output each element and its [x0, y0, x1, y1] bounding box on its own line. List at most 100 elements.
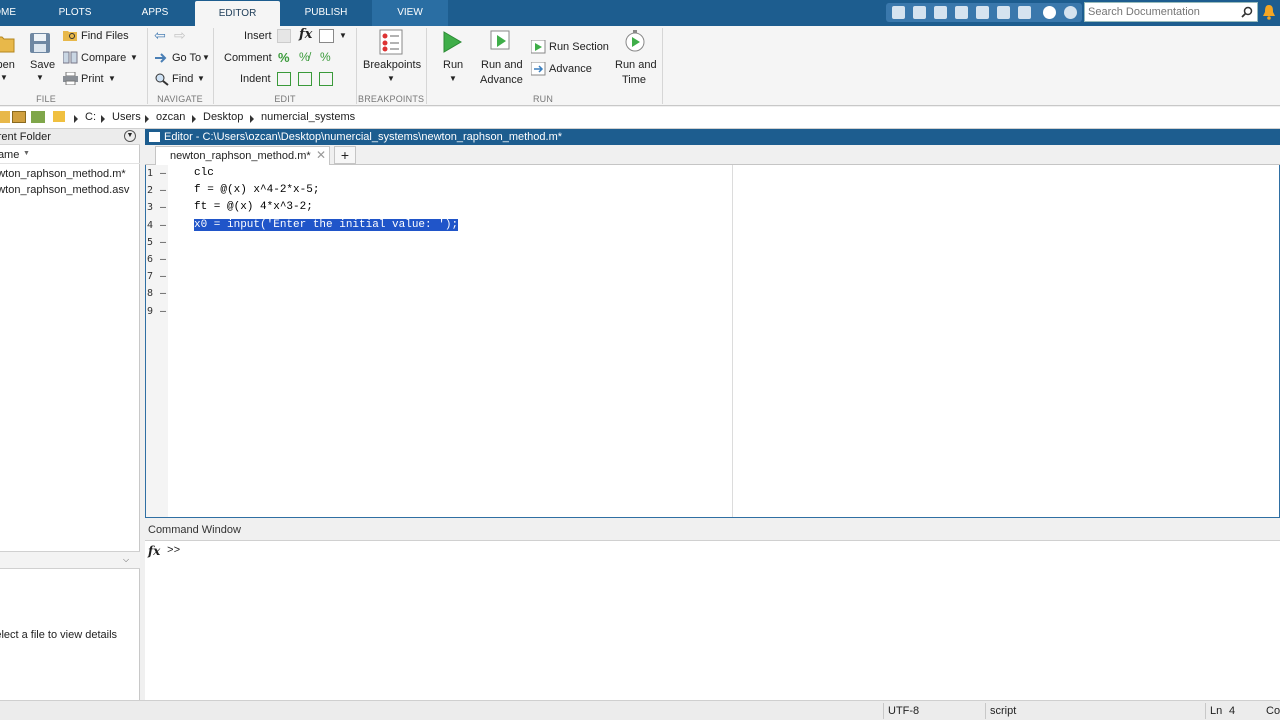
details-panel-header[interactable]: ⌵ — [0, 551, 140, 569]
run-dropdown-icon[interactable]: ▼ — [449, 74, 457, 83]
code-line[interactable]: f = @(x) x^4-2*x-5; — [194, 184, 319, 196]
advance-button[interactable]: Advance — [549, 63, 592, 75]
tab-view[interactable]: VIEW — [372, 0, 448, 26]
line-marker[interactable]: – — [160, 220, 166, 231]
breadcrumb-desktop[interactable]: Desktop — [203, 111, 243, 123]
breadcrumb-drive[interactable]: C: — [85, 111, 96, 123]
open-dropdown-icon[interactable]: ▼ — [0, 73, 8, 82]
run-button[interactable]: Run — [443, 59, 463, 71]
decrease-indent-icon[interactable] — [319, 72, 333, 86]
save-dropdown-icon[interactable]: ▼ — [36, 73, 44, 82]
find-files-button[interactable]: Find Files — [81, 30, 129, 42]
line-marker[interactable]: – — [160, 185, 166, 196]
run-and-time-button-line1[interactable]: Run and — [615, 59, 657, 71]
code-line[interactable]: clc — [194, 167, 214, 179]
line-number: 2 — [147, 185, 154, 197]
print-dropdown-icon[interactable]: ▼ — [108, 74, 116, 83]
comment-percent-icon[interactable]: % — [278, 50, 290, 65]
column-header[interactable]: Name ▼ — [0, 146, 140, 164]
command-window[interactable]: fx >> — [145, 541, 1280, 700]
run-section-button[interactable]: Run Section — [549, 41, 609, 53]
insert-section-icon[interactable] — [277, 29, 291, 43]
uncomment-icon[interactable]: %̸ — [299, 50, 310, 64]
save-button[interactable]: Save — [30, 59, 55, 71]
back-arrow-icon[interactable]: ⇦ — [154, 27, 166, 44]
save-icon[interactable] — [892, 6, 905, 19]
refresh-folder-icon[interactable] — [31, 111, 45, 123]
tab-publish[interactable]: PUBLISH — [290, 0, 362, 26]
print-button[interactable]: Print — [81, 73, 104, 85]
line-marker[interactable]: – — [160, 254, 166, 265]
find-dropdown-icon[interactable]: ▼ — [197, 74, 205, 83]
insert-function-icon[interactable]: fx — [299, 27, 312, 42]
code-editor[interactable]: 1– clc 2– f = @(x) x^4-2*x-5; 3– ft = @(x) 4*… — [145, 165, 1280, 518]
file-list-item[interactable]: newton_raphson_method.asv — [0, 184, 129, 196]
breadcrumb-numercial-systems[interactable]: numercial_systems — [261, 111, 355, 123]
code-line[interactable]: x0 = input('Enter the initial value: '); — [194, 218, 459, 231]
smart-indent-icon[interactable] — [277, 72, 291, 86]
file-type-status: script — [990, 705, 1017, 717]
cut-icon[interactable] — [913, 6, 926, 19]
open-folder-icon[interactable] — [0, 34, 16, 54]
save-icon[interactable] — [29, 32, 51, 54]
search-documentation[interactable] — [1084, 2, 1258, 22]
panel-menu-icon[interactable]: ▼ — [124, 130, 136, 142]
compare-button[interactable]: Compare — [81, 52, 126, 64]
run-and-time-button-line2[interactable]: Time — [622, 74, 646, 86]
insert-more-icon[interactable]: ▼ — [339, 31, 347, 40]
navigate-group-label: NAVIGATE — [157, 94, 203, 104]
name-column-header[interactable]: Name — [0, 149, 19, 161]
close-tab-icon[interactable]: ✕ — [316, 148, 326, 162]
undo-icon[interactable] — [976, 6, 989, 19]
search-input[interactable] — [1085, 3, 1235, 21]
breakpoints-button[interactable]: Breakpoints — [363, 59, 421, 71]
editor-file-tab[interactable]: newton_raphson_method.m* ✕ — [155, 146, 330, 165]
notification-bell-icon[interactable] — [1262, 4, 1276, 20]
line-marker[interactable]: – — [160, 202, 166, 213]
file-list-item[interactable]: newton_raphson_method.m* — [0, 168, 126, 180]
insert-button[interactable]: Insert — [244, 30, 272, 42]
line-marker[interactable]: – — [160, 237, 166, 248]
code-line[interactable]: ft = @(x) 4*x^3-2; — [194, 201, 313, 213]
tab-plots[interactable]: PLOTS — [45, 0, 105, 26]
indent-button[interactable]: Indent — [240, 73, 271, 85]
switch-windows-icon[interactable] — [1018, 6, 1031, 19]
compare-icon — [63, 51, 78, 64]
tab-home[interactable]: HOME — [0, 0, 16, 26]
comment-button[interactable]: Comment — [224, 52, 272, 64]
breadcrumb-users[interactable]: Users — [112, 111, 141, 123]
line-marker[interactable]: – — [160, 306, 166, 317]
run-play-icon[interactable] — [441, 31, 463, 53]
run-and-advance-button-line2[interactable]: Advance — [480, 74, 523, 86]
increase-indent-icon[interactable] — [298, 72, 312, 86]
dropdown-icon[interactable] — [1064, 6, 1077, 19]
wrap-comments-icon[interactable]: % — [320, 50, 331, 64]
run-and-advance-icon — [490, 30, 510, 50]
breakpoints-dropdown-icon[interactable]: ▼ — [387, 74, 395, 83]
line-number: 8 — [147, 288, 154, 300]
run-group-label: RUN — [532, 94, 554, 104]
paste-icon[interactable] — [955, 6, 968, 19]
search-icon[interactable] — [1241, 6, 1253, 18]
find-button[interactable]: Find — [172, 73, 193, 85]
redo-icon[interactable] — [997, 6, 1010, 19]
chevron-down-icon[interactable]: ⌵ — [123, 555, 129, 565]
line-marker[interactable]: – — [160, 168, 166, 179]
add-tab-button[interactable]: + — [334, 146, 356, 164]
compare-dropdown-icon[interactable]: ▼ — [130, 53, 138, 62]
run-and-advance-button-line1[interactable]: Run and — [481, 59, 523, 71]
insert-dropdown-icon[interactable] — [319, 29, 334, 43]
browse-folder-icon[interactable] — [12, 111, 26, 123]
copy-icon[interactable] — [934, 6, 947, 19]
up-folder-icon[interactable] — [0, 111, 10, 123]
line-marker[interactable]: – — [160, 288, 166, 299]
help-icon[interactable] — [1043, 6, 1056, 19]
function-browser-icon[interactable]: fx — [148, 544, 160, 558]
goto-dropdown-icon[interactable]: ▼ — [202, 53, 210, 62]
open-button[interactable]: Open — [0, 59, 15, 71]
goto-button[interactable]: Go To — [172, 52, 201, 64]
line-marker[interactable]: – — [160, 271, 166, 282]
tab-editor[interactable]: EDITOR — [195, 1, 280, 26]
breadcrumb-ozcan[interactable]: ozcan — [156, 111, 185, 123]
tab-apps[interactable]: APPS — [125, 0, 185, 26]
